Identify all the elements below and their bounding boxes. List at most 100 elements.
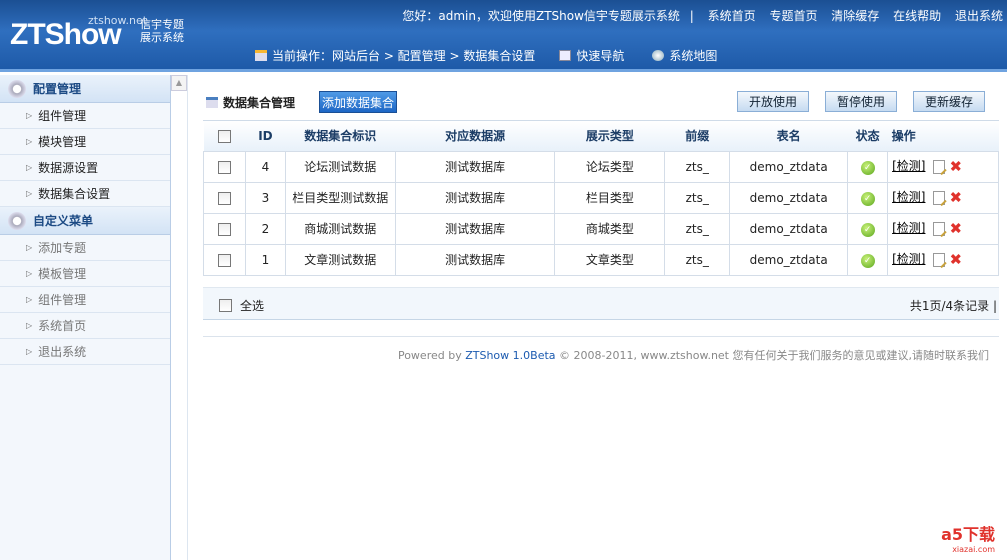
add-dataset-button[interactable]: 添加数据集合	[319, 91, 398, 113]
edit-icon[interactable]	[933, 221, 946, 236]
edit-icon[interactable]	[933, 252, 946, 267]
pause-button[interactable]: 暂停使用	[825, 91, 897, 112]
status-ok-icon: ✓	[860, 191, 875, 206]
link-online-help[interactable]: 在线帮助	[893, 9, 941, 23]
link-logout[interactable]: 退出系统	[955, 9, 1003, 23]
triangle-icon: ▷	[26, 295, 33, 304]
update-cache-button[interactable]: 更新缓存	[913, 91, 985, 112]
link-system-home[interactable]: 系统首页	[708, 9, 756, 23]
row-checkbox[interactable]	[217, 160, 231, 174]
edit-icon[interactable]	[933, 159, 946, 174]
check-link[interactable]: [检测]	[892, 221, 925, 235]
table-row: 3 栏目类型测试数据 测试数据库 栏目类型 zts_ demo_ztdata ✓…	[203, 181, 999, 214]
col-type: 展示类型	[554, 121, 665, 151]
select-all-label[interactable]: 全选	[240, 297, 264, 314]
scrollbar[interactable]: ▲	[171, 75, 188, 560]
col-table: 表名	[729, 121, 848, 151]
cell-table: demo_ztdata	[729, 212, 849, 245]
col-status: 状态	[847, 121, 888, 151]
triangle-icon: ▷	[26, 163, 33, 172]
col-prefix: 前缀	[664, 121, 730, 151]
table-header: ID 数据集合标识 对应数据源 展示类型 前缀 表名 状态 操作	[203, 121, 999, 151]
row-checkbox[interactable]	[217, 222, 231, 236]
delete-icon[interactable]: ✖	[949, 220, 962, 238]
scroll-up-icon[interactable]: ▲	[171, 75, 187, 91]
delete-icon[interactable]: ✖	[949, 158, 962, 176]
cell-name: 文章测试数据	[284, 243, 396, 276]
title-bar: 数据集合管理 添加数据集合 开放使用 暂停使用 更新缓存	[203, 88, 999, 121]
delete-icon[interactable]: ✖	[949, 251, 962, 269]
table-row: 1 文章测试数据 测试数据库 文章类型 zts_ demo_ztdata ✓ […	[203, 243, 999, 276]
col-actions: 操作	[887, 121, 999, 151]
cell-prefix: zts_	[664, 150, 731, 183]
sidebar-item-system-home[interactable]: ▷ 系统首页	[0, 313, 170, 339]
col-name: 数据集合标识	[285, 121, 396, 151]
row-checkbox[interactable]	[217, 191, 231, 205]
watermark: a5下载 xiazai.com	[941, 525, 995, 554]
delete-icon[interactable]: ✖	[949, 189, 962, 207]
window-icon	[206, 97, 218, 108]
sidebar-item-add-topic[interactable]: ▷ 添加专题	[0, 235, 170, 261]
sidebar-item-templates[interactable]: ▷ 模板管理	[0, 261, 170, 287]
cell-source: 测试数据库	[394, 212, 556, 245]
sidebar-item-logout[interactable]: ▷ 退出系统	[0, 339, 170, 365]
quick-nav-link[interactable]: 快速导航	[576, 47, 624, 64]
check-link[interactable]: [检测]	[892, 190, 925, 204]
breadcrumb-bar: 当前操作：网站后台 > 配置管理 > 数据集合设置 快速导航 系统地图	[255, 47, 717, 64]
cell-actions: [检测] ✖	[887, 212, 999, 245]
page-title: 数据集合管理	[206, 94, 295, 111]
triangle-icon: ▷	[26, 321, 33, 330]
table-row: 2 商城测试数据 测试数据库 商城类型 zts_ demo_ztdata ✓ […	[203, 212, 999, 245]
sidebar-item-components-2[interactable]: ▷ 组件管理	[0, 287, 170, 313]
header-checkbox[interactable]	[217, 129, 231, 143]
cell-name: 栏目类型测试数据	[284, 181, 396, 214]
col-id: ID	[245, 121, 286, 151]
product-link[interactable]: ZTShow 1.0Beta	[465, 349, 555, 362]
cell-table: demo_ztdata	[729, 181, 849, 214]
table-row: 4 论坛测试数据 测试数据库 论坛类型 zts_ demo_ztdata ✓ […	[203, 150, 999, 183]
cell-type: 商城类型	[554, 212, 666, 245]
sidebar-item-datasource[interactable]: ▷ 数据源设置	[0, 155, 170, 181]
cell-id: 2	[244, 212, 286, 245]
top-links: 您好：admin，欢迎使用ZTShow信宇专题展示系统 | 系统首页 专题首页 …	[392, 7, 1003, 24]
cell-source: 测试数据库	[394, 150, 556, 183]
status-ok-icon: ✓	[860, 222, 875, 237]
cell-prefix: zts_	[664, 243, 731, 276]
triangle-icon: ▷	[26, 137, 33, 146]
cell-status: ✓	[847, 150, 889, 183]
cell-source: 测试数据库	[394, 243, 556, 276]
triangle-icon: ▷	[26, 189, 33, 198]
separator: |	[689, 9, 694, 23]
sidebar-item-dataset[interactable]: ▷ 数据集合设置	[0, 181, 170, 207]
link-clear-cache[interactable]: 清除缓存	[831, 9, 879, 23]
cell-prefix: zts_	[664, 181, 731, 214]
check-link[interactable]: [检测]	[892, 252, 925, 266]
cell-type: 文章类型	[554, 243, 666, 276]
link-topic-home[interactable]: 专题首页	[769, 9, 817, 23]
row-checkbox[interactable]	[217, 253, 231, 267]
enable-button[interactable]: 开放使用	[737, 91, 809, 112]
cell-name: 商城测试数据	[284, 212, 396, 245]
document-icon	[559, 50, 572, 61]
edit-icon[interactable]	[933, 190, 946, 205]
logo-subtitle: 信宇专题 展示系统	[140, 18, 184, 44]
sidebar-section-config[interactable]: 配置管理	[0, 75, 170, 103]
cell-actions: [检测] ✖	[887, 181, 999, 214]
sidebar-item-components[interactable]: ▷ 组件管理	[0, 103, 170, 129]
cell-status: ✓	[847, 243, 889, 276]
select-all-checkbox[interactable]	[219, 298, 232, 312]
triangle-icon: ▷	[26, 111, 33, 120]
sitemap-link[interactable]: 系统地图	[669, 47, 717, 64]
check-link[interactable]: [检测]	[892, 159, 925, 173]
sidebar-item-modules[interactable]: ▷ 模块管理	[0, 129, 170, 155]
triangle-icon: ▷	[26, 269, 33, 278]
cell-id: 1	[244, 243, 286, 276]
cell-prefix: zts_	[664, 212, 731, 245]
cell-table: demo_ztdata	[729, 150, 849, 183]
logo-domain: ztshow.net	[88, 14, 148, 27]
sidebar-section-custom[interactable]: 自定义菜单	[0, 207, 170, 235]
table-footer: 全选 共1页/4条记录 |	[203, 286, 999, 320]
dataset-table: ID 数据集合标识 对应数据源 展示类型 前缀 表名 状态 操作 4 论坛测试数…	[203, 121, 999, 276]
cell-table: demo_ztdata	[729, 243, 849, 276]
cell-status: ✓	[847, 212, 889, 245]
